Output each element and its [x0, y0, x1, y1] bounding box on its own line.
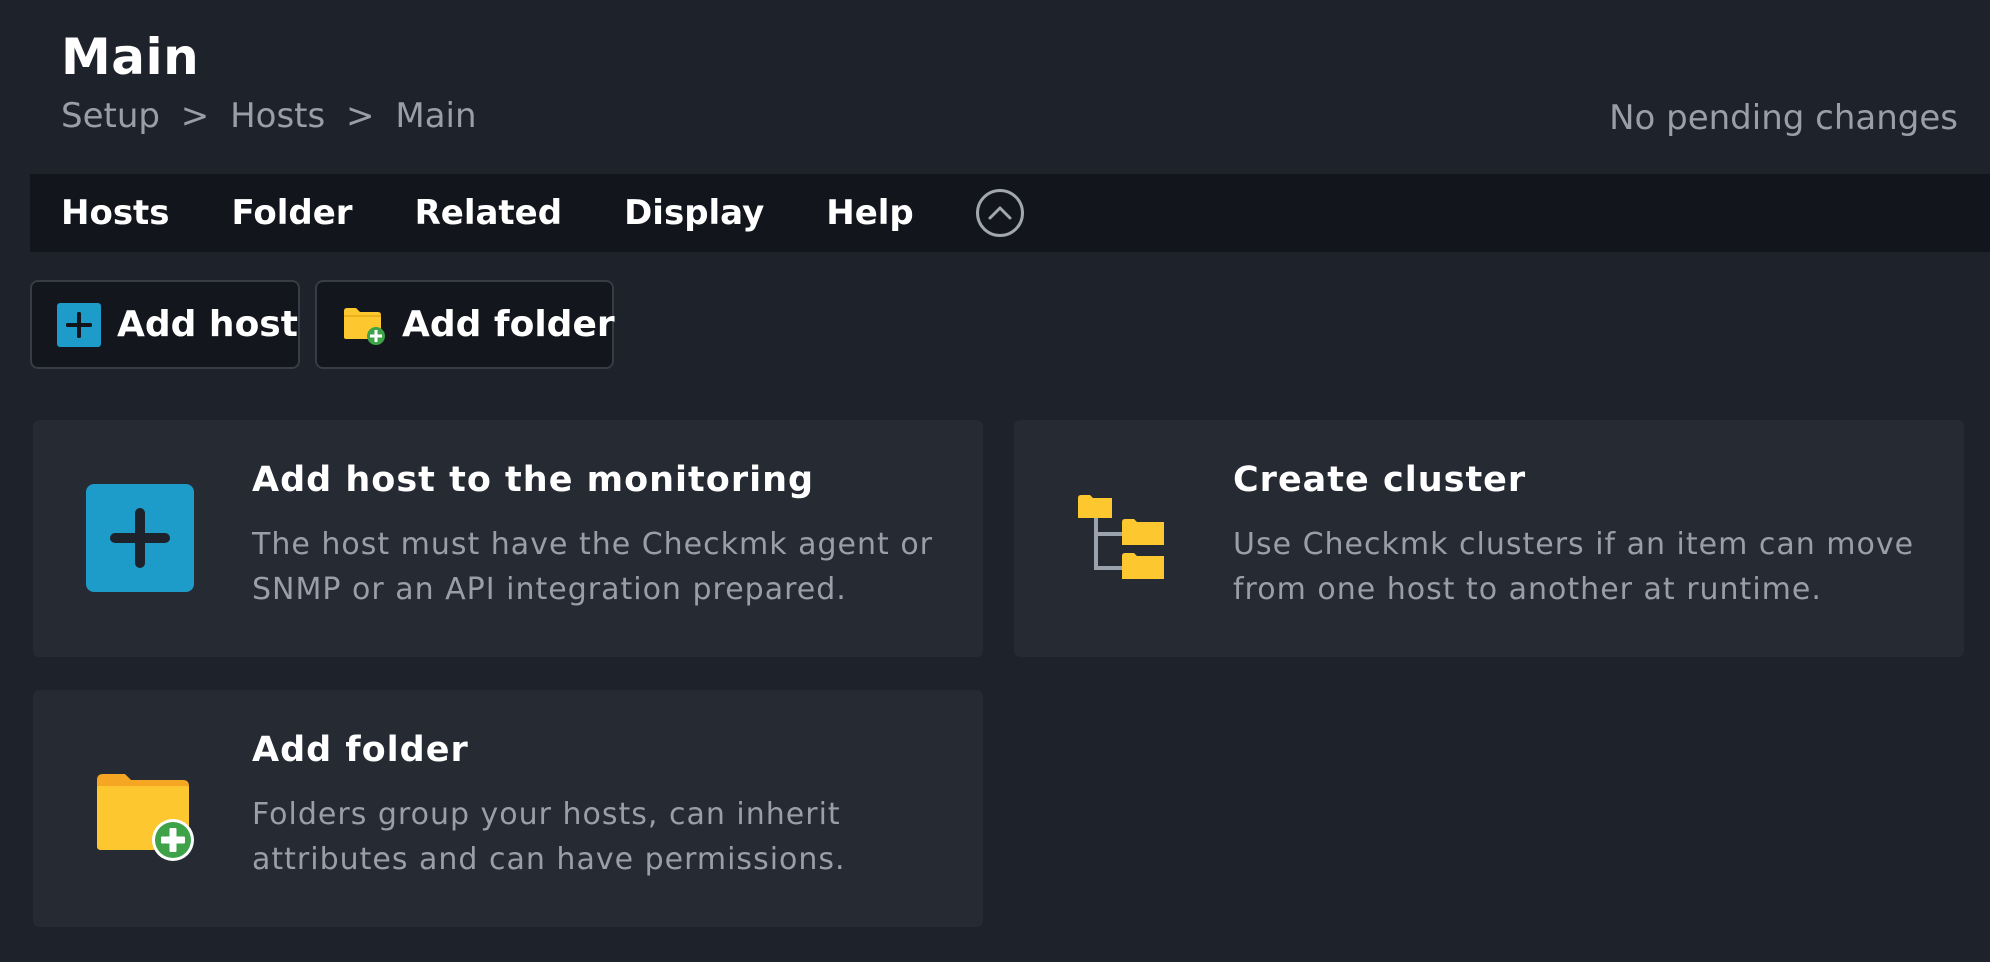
card-title: Add host to the monitoring — [252, 460, 815, 500]
menu-display[interactable]: Display — [624, 193, 764, 233]
card-description: The host must have the Checkmk agent or … — [252, 527, 934, 607]
card-title: Add folder — [252, 730, 469, 770]
menu-folder[interactable]: Folder — [232, 193, 353, 233]
breadcrumb-separator: > — [180, 96, 210, 136]
folder-add-icon — [342, 305, 386, 345]
breadcrumb-setup[interactable]: Setup — [61, 96, 160, 136]
add-folder-icon — [95, 770, 201, 866]
chevron-up-circle-icon[interactable] — [975, 189, 1024, 237]
card-create-cluster[interactable]: Create cluster Use Checkmk clusters if a… — [1014, 420, 1964, 657]
breadcrumb-separator: > — [346, 96, 375, 136]
add-folder-button[interactable]: Add folder — [315, 280, 615, 369]
add-folder-label: Add folder — [402, 304, 615, 345]
menu-related[interactable]: Related — [415, 193, 563, 233]
page: Main Setup > Hosts > Main No pending cha… — [0, 0, 1990, 962]
plus-icon — [57, 302, 101, 347]
card-description: Folders group your hosts, can inherit at… — [252, 797, 846, 877]
card-title: Create cluster — [1233, 460, 1527, 500]
breadcrumb-hosts[interactable]: Hosts — [230, 96, 325, 136]
card-add-folder[interactable]: Add folder Folders group your hosts, can… — [33, 690, 983, 927]
breadcrumb: Setup > Hosts > Main — [61, 96, 477, 136]
add-host-label: Add host — [117, 304, 298, 345]
menu-hosts[interactable]: Hosts — [61, 193, 170, 233]
cluster-icon — [1078, 492, 1168, 586]
card-add-host[interactable]: Add host to the monitoring The host must… — [33, 420, 983, 657]
page-title: Main — [61, 28, 200, 86]
card-description: Use Checkmk clusters if an item can move… — [1233, 527, 1915, 607]
breadcrumb-main[interactable]: Main — [395, 96, 476, 136]
pending-changes-status[interactable]: No pending changes — [1609, 98, 1958, 138]
menu-help[interactable]: Help — [826, 193, 914, 233]
menubar: Hosts Folder Related Display Help — [30, 174, 1990, 252]
add-host-icon — [86, 484, 194, 596]
add-host-button[interactable]: Add host — [30, 280, 300, 369]
